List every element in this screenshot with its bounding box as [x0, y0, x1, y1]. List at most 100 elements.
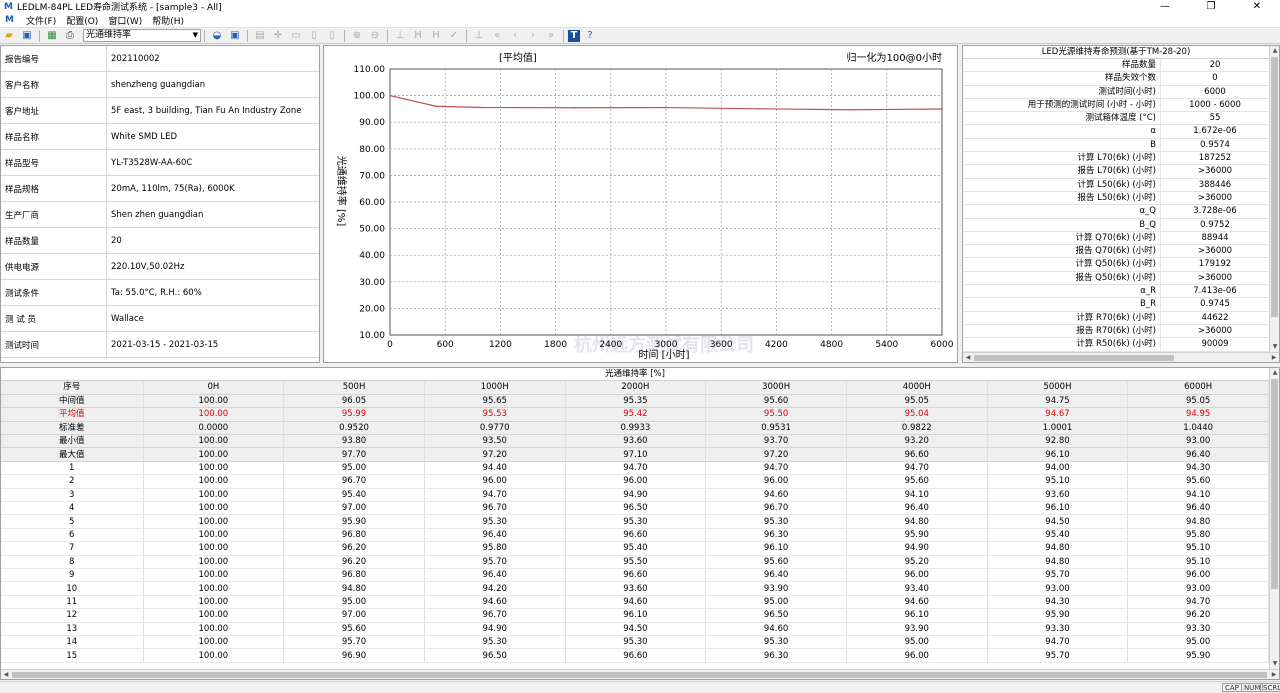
- table-cell[interactable]: 96.00: [424, 474, 566, 489]
- table-cell[interactable]: 100.00: [143, 648, 285, 663]
- table-cell[interactable]: 97.20: [424, 447, 566, 462]
- table-cell[interactable]: 93.40: [846, 581, 988, 596]
- table-cell[interactable]: 96.10: [987, 501, 1129, 516]
- save-icon[interactable]: ▣: [19, 29, 35, 43]
- table-cell[interactable]: 96.50: [705, 608, 847, 623]
- next-page-icon[interactable]: ›: [525, 29, 541, 43]
- table-cell[interactable]: 100.00: [143, 568, 285, 583]
- table-cell[interactable]: 95.30: [705, 635, 847, 650]
- table-cell[interactable]: 100.00: [143, 622, 285, 636]
- table-cell[interactable]: 100.00: [143, 608, 285, 623]
- table-cell[interactable]: 93.90: [705, 581, 847, 596]
- table-cell[interactable]: 96.50: [565, 501, 707, 516]
- table-cell[interactable]: 1.0440: [1127, 421, 1269, 436]
- table-cell[interactable]: 95.70: [283, 635, 425, 650]
- table-cell[interactable]: 93.00: [1127, 581, 1269, 596]
- view-select[interactable]: 光通维持率 ▼: [83, 29, 201, 42]
- table-cell[interactable]: 94.90: [424, 622, 566, 636]
- table-cell[interactable]: 95.60: [1127, 474, 1269, 489]
- table-cell[interactable]: 500H: [283, 381, 425, 395]
- table-cell[interactable]: 93.00: [987, 581, 1129, 596]
- table-cell[interactable]: 96.10: [846, 608, 988, 623]
- table-cell[interactable]: 93.20: [846, 434, 988, 449]
- table-cell[interactable]: 96.40: [424, 528, 566, 543]
- table-cell[interactable]: 95.42: [565, 407, 707, 422]
- row-header-cell[interactable]: 15: [1, 648, 144, 663]
- table-cell[interactable]: 95.10: [987, 474, 1129, 489]
- panel-icon[interactable]: ▯: [324, 29, 340, 43]
- scroll-up-icon[interactable]: ▲: [1270, 46, 1279, 56]
- table-cell[interactable]: 94.80: [1127, 514, 1269, 529]
- table-cell[interactable]: 96.10: [987, 447, 1129, 462]
- table-cell[interactable]: 94.60: [705, 622, 847, 636]
- table-cell[interactable]: 95.60: [705, 394, 847, 409]
- row-header-cell[interactable]: 12: [1, 608, 144, 623]
- row-header-cell[interactable]: 平均值: [1, 407, 144, 422]
- table-cell[interactable]: 93.70: [705, 434, 847, 449]
- row-header-cell[interactable]: 2: [1, 474, 144, 489]
- text-icon[interactable]: T: [568, 29, 580, 42]
- table-cell[interactable]: 95.20: [846, 555, 988, 569]
- grid-scrollbar[interactable]: ▲ ▼: [1269, 368, 1279, 669]
- table-cell[interactable]: 100.00: [143, 434, 285, 449]
- table-cell[interactable]: 0H: [143, 381, 285, 395]
- grid-view-icon[interactable]: ▤: [252, 29, 268, 43]
- table-cell[interactable]: 93.50: [424, 434, 566, 449]
- table-cell[interactable]: 95.35: [565, 394, 707, 409]
- document-icon[interactable]: M: [5, 15, 17, 25]
- check-icon[interactable]: ✓: [446, 29, 462, 43]
- table-cell[interactable]: 95.10: [1127, 541, 1269, 556]
- table-cell[interactable]: 4000H: [846, 381, 988, 395]
- table-cell[interactable]: 100.00: [143, 541, 285, 556]
- table-cell[interactable]: 100.00: [143, 528, 285, 543]
- table-cell[interactable]: 96.70: [424, 608, 566, 623]
- table-cell[interactable]: 100.00: [143, 488, 285, 503]
- marker-icon[interactable]: H: [410, 29, 426, 43]
- table-cell[interactable]: 97.00: [283, 608, 425, 623]
- table-cell[interactable]: 95.30: [424, 635, 566, 650]
- table-cell[interactable]: 97.00: [283, 501, 425, 516]
- table-cell[interactable]: 100.00: [143, 635, 285, 650]
- table-cell[interactable]: 96.40: [424, 568, 566, 583]
- export-icon[interactable]: ▦: [44, 29, 60, 43]
- table-cell[interactable]: 96.40: [705, 568, 847, 583]
- scroll-up-icon[interactable]: ▲: [1270, 368, 1279, 378]
- scroll-thumb[interactable]: [1271, 379, 1278, 589]
- row-header-cell[interactable]: 序号: [1, 381, 144, 395]
- table-cell[interactable]: 93.90: [846, 622, 988, 636]
- scroll-left-icon[interactable]: ◀: [963, 353, 973, 362]
- table-cell[interactable]: 94.70: [987, 635, 1129, 650]
- row-header-cell[interactable]: 10: [1, 581, 144, 596]
- table-cell[interactable]: 93.80: [283, 434, 425, 449]
- menu-file[interactable]: 文件(F): [21, 14, 61, 27]
- table-cell[interactable]: 95.30: [565, 635, 707, 650]
- table-cell[interactable]: 95.10: [1127, 555, 1269, 569]
- table-cell[interactable]: 95.05: [1127, 394, 1269, 409]
- table-cell[interactable]: 93.60: [565, 581, 707, 596]
- row-header-cell[interactable]: 6: [1, 528, 144, 543]
- table-cell[interactable]: 93.30: [1127, 622, 1269, 636]
- hscroll-thumb[interactable]: [974, 355, 1174, 361]
- table-cell[interactable]: 100.00: [143, 474, 285, 489]
- scroll-down-icon[interactable]: ▼: [1270, 659, 1279, 669]
- table-cell[interactable]: 94.70: [424, 488, 566, 503]
- maximize-button[interactable]: ❐: [1188, 0, 1234, 13]
- table-cell[interactable]: 95.60: [846, 474, 988, 489]
- table-cell[interactable]: 94.95: [1127, 407, 1269, 422]
- row-header-cell[interactable]: 9: [1, 568, 144, 583]
- table-cell[interactable]: 94.70: [705, 461, 847, 476]
- row-header-cell[interactable]: 3: [1, 488, 144, 503]
- table-cell[interactable]: 94.50: [987, 514, 1129, 529]
- table-cell[interactable]: 93.60: [565, 434, 707, 449]
- table-cell[interactable]: 100.00: [143, 501, 285, 516]
- table-cell[interactable]: 95.90: [987, 608, 1129, 623]
- table-cell[interactable]: 95.90: [846, 528, 988, 543]
- close-button[interactable]: ✕: [1234, 0, 1280, 13]
- table-cell[interactable]: 96.90: [283, 648, 425, 663]
- table-cell[interactable]: 96.00: [846, 648, 988, 663]
- row-header-cell[interactable]: 14: [1, 635, 144, 650]
- row-header-cell[interactable]: 中间值: [1, 394, 144, 409]
- table-cell[interactable]: 94.80: [987, 555, 1129, 569]
- minimize-button[interactable]: —: [1142, 0, 1188, 13]
- row-header-cell[interactable]: 标准差: [1, 421, 144, 436]
